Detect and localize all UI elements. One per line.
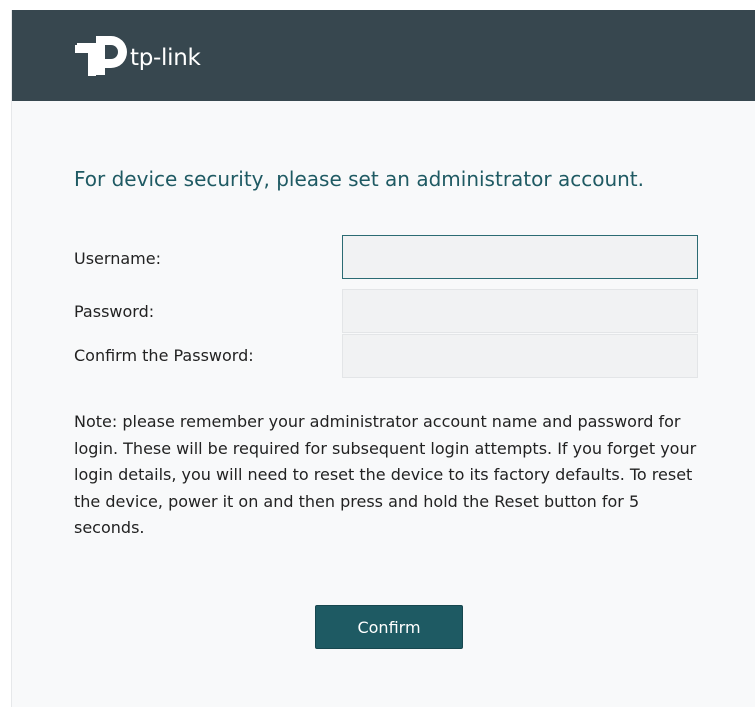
password-label: Password: [74,302,155,321]
username-input[interactable] [342,235,698,279]
confirm-password-label: Confirm the Password: [74,346,254,365]
confirm-password-input[interactable] [342,334,698,378]
tp-link-logo: tp-link [75,36,201,76]
header-bar: tp-link [12,10,755,101]
password-input[interactable] [342,289,698,333]
setup-page: tp-link For device security, please set … [11,10,755,707]
brand-name: tp-link [130,44,201,71]
username-label: Username: [74,249,161,268]
tp-link-logo-icon [75,36,127,76]
security-note: Note: please remember your administrator… [74,412,697,537]
page-heading: For device security, please set an admin… [74,167,644,191]
confirm-button[interactable]: Confirm [315,605,463,649]
